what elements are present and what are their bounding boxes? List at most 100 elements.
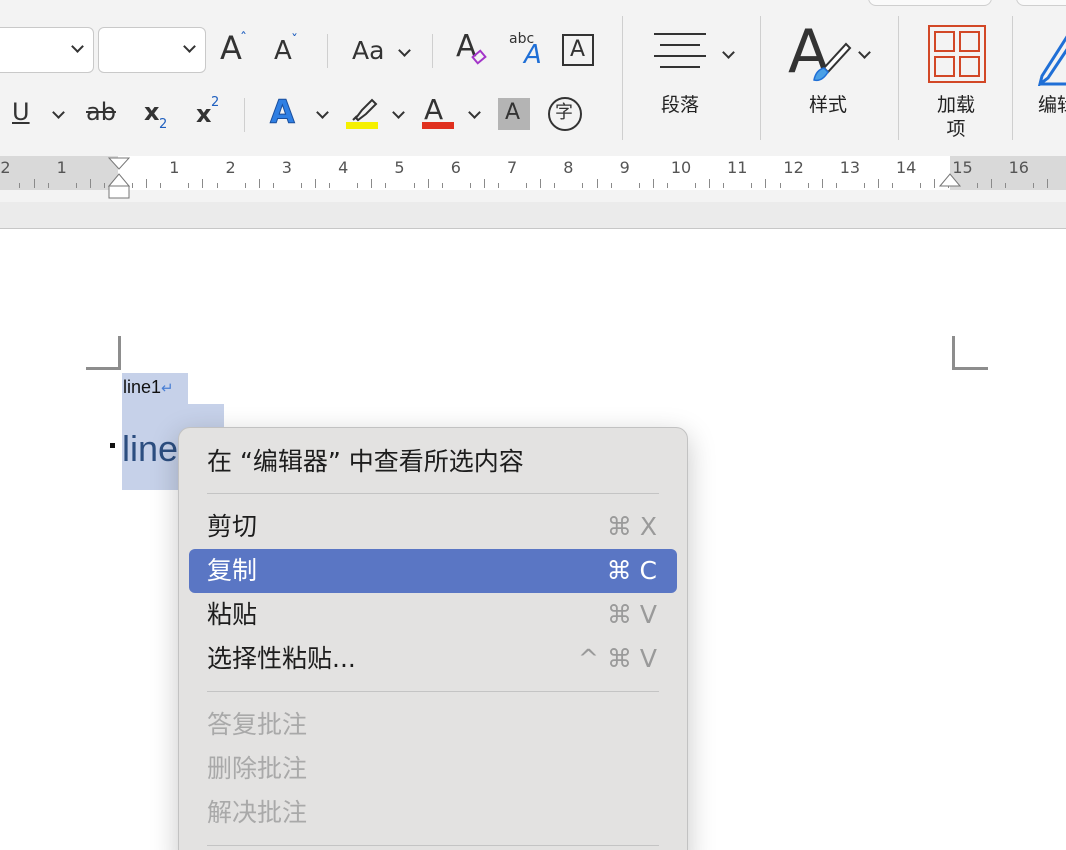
horizontal-ruler: 2 1 1 2 3 4 5 6 7 8 9 10 11 12 13 14 15 16 [0, 156, 1066, 202]
font-name-dropdown[interactable] [0, 27, 94, 73]
ruler-tick [653, 179, 654, 188]
ruler-tick [202, 179, 203, 188]
menu-item-view-in-editor[interactable]: 在 “编辑器” 中查看所选内容 [189, 440, 677, 484]
ruler-tick [934, 179, 935, 188]
text-effects-icon: A [270, 93, 296, 131]
ruler-tick [442, 183, 443, 188]
ruler-tick [991, 179, 992, 188]
crop-mark-right [952, 367, 988, 370]
context-menu: 在 “编辑器” 中查看所选内容 剪切 ⌘ X 复制 ⌘ C 粘贴 ⌘ V 选择性… [178, 427, 688, 850]
separator [898, 16, 899, 140]
ruler-number: 2 [0, 158, 11, 177]
add-ins-button[interactable]: 加载 项 [918, 20, 994, 144]
ruler-number: 6 [450, 158, 461, 177]
strikethrough-button[interactable]: ab [84, 96, 120, 132]
clear-formatting-button[interactable]: A [456, 30, 492, 70]
paragraph-label: 段落 [660, 94, 699, 116]
ruler-tick [357, 183, 358, 188]
chevron-down-icon [722, 46, 735, 59]
chevron-down-icon [183, 40, 196, 53]
home-ribbon: A ˆ A ˇ Aa A abc A A U ab x 2 x 2 A A A … [0, 0, 1066, 156]
ruler-tick [1005, 183, 1006, 188]
bullet-mark [110, 443, 115, 448]
ruler-tick [371, 179, 372, 188]
ruler-tick [639, 183, 640, 188]
styles-button[interactable]: A 样式 [780, 20, 884, 130]
menu-item-copy[interactable]: 复制 ⌘ C [189, 549, 677, 593]
ruler-number: 10 [670, 158, 692, 177]
ruler-tick [709, 179, 710, 188]
enclose-characters-button[interactable]: 字 [548, 97, 582, 131]
shrink-font-button[interactable]: A ˇ [272, 34, 304, 70]
superscript-button[interactable]: x 2 [194, 96, 226, 132]
crop-mark-right [952, 336, 955, 370]
character-border-icon: A [570, 37, 586, 62]
menu-item-paste[interactable]: 粘贴 ⌘ V [189, 593, 677, 637]
character-shading-button[interactable]: A [498, 98, 530, 130]
ruler-tick [48, 183, 49, 188]
ruler-tick [540, 179, 541, 188]
document-line-1[interactable]: line1↵ [123, 376, 174, 400]
ruler-number: 3 [281, 158, 292, 177]
indent-marker[interactable] [108, 156, 130, 200]
menu-item-label: 解决批注 [207, 798, 308, 827]
menu-shortcut: ⌘ C [606, 556, 657, 585]
ruler-tick [160, 183, 161, 188]
menu-shortcut: ⌘ X [606, 512, 657, 541]
ruler-tick [188, 183, 189, 188]
chevron-down-icon [71, 40, 84, 53]
chevron-down-icon [392, 106, 405, 119]
font-color-button[interactable]: A [420, 94, 484, 134]
ruler-tick [259, 179, 260, 188]
ruler-tick [34, 179, 35, 188]
menu-separator [207, 691, 659, 692]
ruler-tick [104, 183, 105, 188]
ruler-tick [751, 183, 752, 188]
separator [432, 34, 433, 68]
subscript-button[interactable]: x 2 [142, 96, 174, 132]
underline-icon: U [12, 98, 30, 126]
document-line-2[interactable]: line [122, 427, 178, 471]
separator [327, 34, 328, 68]
ruler-tick [498, 183, 499, 188]
menu-item-paste-special[interactable]: 选择性粘贴... ^ ⌘ V [189, 637, 677, 681]
ruler-tick [315, 179, 316, 188]
ruler-number: 1 [56, 158, 67, 177]
ruler-tick [878, 179, 879, 188]
menu-separator [207, 845, 659, 846]
font-size-dropdown[interactable] [98, 27, 206, 73]
ribbon-tab-edge [1016, 0, 1066, 6]
subscript-icon: x [144, 98, 160, 126]
editor-button[interactable]: 编辑 [1030, 20, 1066, 130]
chevron-down-icon [316, 106, 329, 119]
phonetic-guide-button[interactable]: abc A [508, 30, 546, 70]
ruler-number: 13 [839, 158, 861, 177]
crop-mark-left [86, 367, 121, 370]
menu-item-cut[interactable]: 剪切 ⌘ X [189, 505, 677, 549]
menu-item-label: 剪切 [207, 512, 258, 541]
eraser-icon [471, 49, 487, 65]
grow-font-button[interactable]: A ˆ [218, 30, 252, 70]
character-border-button[interactable]: A [562, 34, 594, 66]
superscript-icon: x [196, 100, 212, 128]
ruler-tick [414, 183, 415, 188]
ruler-tick [723, 183, 724, 188]
change-case-button[interactable]: Aa [350, 34, 414, 70]
highlight-color-button[interactable] [344, 94, 408, 134]
font-color-bar [422, 122, 454, 129]
text-effects-button[interactable]: A [268, 94, 332, 134]
paragraph-button[interactable]: 段落 [640, 20, 744, 130]
ruler-tick [892, 183, 893, 188]
ruler-tick [132, 183, 133, 188]
ruler-tick [920, 183, 921, 188]
ruler-number: 9 [619, 158, 630, 177]
separator [622, 16, 623, 140]
menu-item-label: 删除批注 [207, 754, 308, 783]
menu-shortcut: ⌘ V [606, 600, 657, 629]
right-indent-marker[interactable] [939, 172, 961, 188]
paragraph-icon [654, 33, 706, 68]
change-case-icon: Aa [352, 36, 385, 65]
ruler-tick [526, 183, 527, 188]
underline-button[interactable]: U [10, 96, 70, 132]
menu-item-label: 选择性粘贴... [207, 644, 356, 673]
